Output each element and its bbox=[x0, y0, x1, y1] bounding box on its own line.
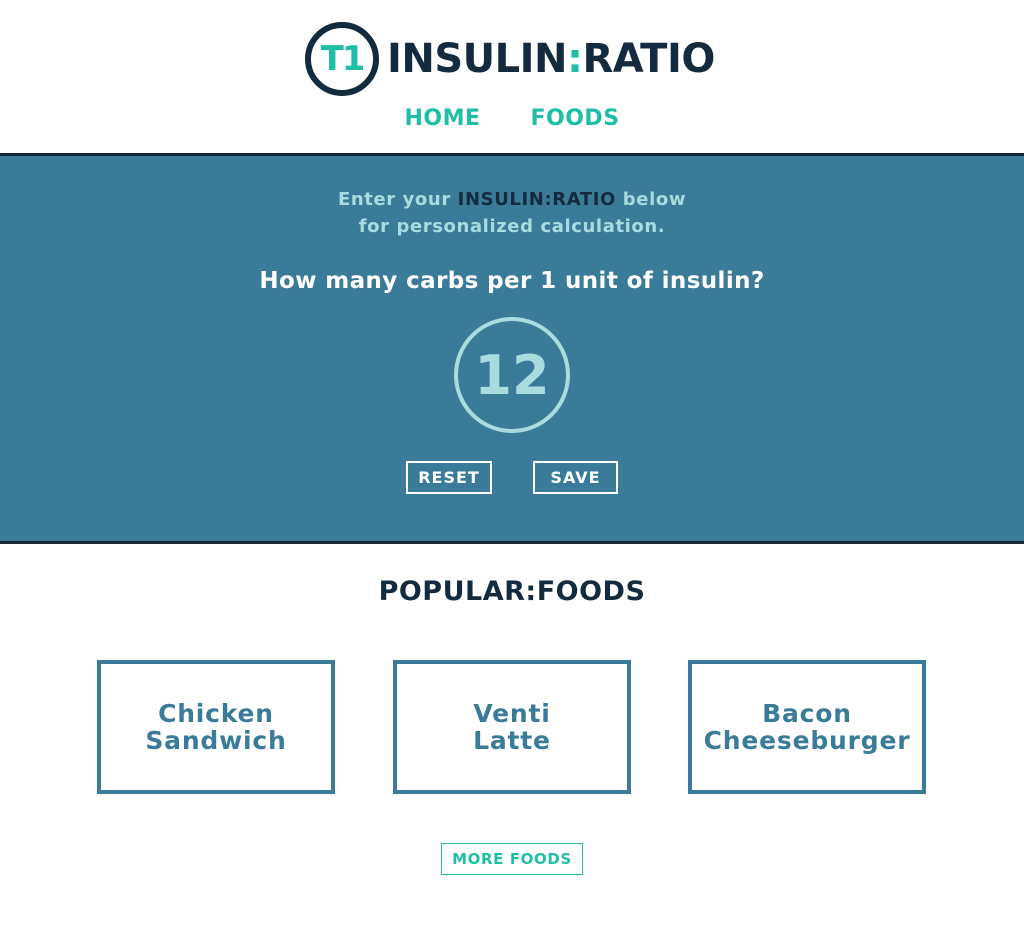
ratio-calculator: Enter your INSULIN:RATIO below for perso… bbox=[0, 153, 1024, 544]
logo-mark-text: T1 bbox=[320, 39, 366, 79]
logo-word-insulin: INSULIN bbox=[387, 36, 568, 82]
food-card-label: Venti Latte bbox=[473, 700, 551, 754]
carbs-question: How many carbs per 1 unit of insulin? bbox=[259, 268, 765, 294]
food-card-line-1: Chicken bbox=[158, 699, 274, 728]
food-card-label: Bacon Cheeseburger bbox=[704, 700, 911, 754]
food-card-line-2: Cheeseburger bbox=[703, 726, 911, 755]
food-card-bacon-cheeseburger[interactable]: Bacon Cheeseburger bbox=[688, 660, 926, 794]
food-card-venti-latte[interactable]: Venti Latte bbox=[393, 660, 631, 794]
intro-line-1: Enter your INSULIN:RATIO below bbox=[0, 186, 1024, 213]
intro-suffix: below bbox=[615, 189, 687, 210]
intro-line-2: for personalized calculation. bbox=[358, 216, 666, 237]
ratio-input[interactable]: 12 bbox=[454, 317, 570, 433]
site-header: T1 INSULIN:RATIO HOME FOODS bbox=[0, 0, 1024, 153]
food-card-line-1: Venti bbox=[473, 699, 551, 728]
logo-wordmark: INSULIN:RATIO bbox=[387, 36, 715, 82]
logo-word-ratio: RATIO bbox=[582, 36, 716, 82]
intro-brand: INSULIN:RATIO bbox=[457, 189, 616, 210]
nav-item-foods[interactable]: FOODS bbox=[531, 106, 620, 131]
calculator-intro: Enter your INSULIN:RATIO below for perso… bbox=[0, 186, 1024, 240]
food-card-line-2: Sandwich bbox=[145, 726, 287, 755]
nav-item-home[interactable]: HOME bbox=[404, 106, 480, 131]
reset-button[interactable]: RESET bbox=[406, 461, 492, 494]
save-button[interactable]: SAVE bbox=[533, 461, 618, 494]
popular-foods-title: POPULAR:FOODS bbox=[378, 576, 646, 607]
site-logo[interactable]: T1 INSULIN:RATIO bbox=[305, 22, 715, 96]
food-card-line-1: Bacon bbox=[762, 699, 852, 728]
more-foods-button[interactable]: MORE FOODS bbox=[441, 843, 583, 875]
food-card-line-2: Latte bbox=[473, 726, 551, 755]
main-nav: HOME FOODS bbox=[0, 106, 1024, 131]
food-card-label: Chicken Sandwich bbox=[145, 700, 286, 754]
t1-logo-mark: T1 bbox=[305, 22, 379, 96]
logo-colon: : bbox=[567, 36, 583, 82]
intro-prefix: Enter your bbox=[337, 189, 458, 210]
food-card-chicken-sandwich[interactable]: Chicken Sandwich bbox=[97, 660, 335, 794]
ratio-value: 12 bbox=[474, 343, 550, 407]
